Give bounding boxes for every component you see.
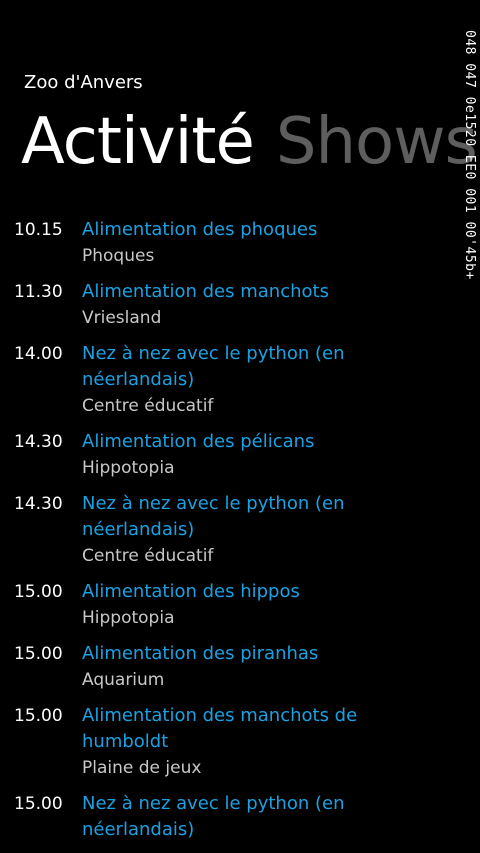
schedule-item[interactable]: 15.00 Alimentation des hippos Hippotopia xyxy=(0,579,480,631)
schedule-time: 15.00 xyxy=(14,706,63,726)
schedule-body: Alimentation des pélicans Hippotopia xyxy=(82,429,480,481)
schedule-item[interactable]: 15.00 Alimentation des piranhas Aquarium xyxy=(0,641,480,693)
schedule-item[interactable]: 11.30 Alimentation des manchots Vrieslan… xyxy=(0,279,480,331)
schedule-title: Nez à nez avec le python (en néerlandais… xyxy=(82,793,345,840)
schedule-body: Nez à nez avec le python (en néerlandais… xyxy=(82,791,480,843)
schedule-title: Alimentation des pélicans xyxy=(82,431,315,452)
schedule-location: Hippotopia xyxy=(82,458,175,478)
schedule-location: Aquarium xyxy=(82,670,165,690)
schedule-time: 15.00 xyxy=(14,582,63,602)
schedule-time: 15.00 xyxy=(14,794,63,814)
schedule-item[interactable]: 10.15 Alimentation des phoques Phoques xyxy=(0,217,480,269)
schedule-title: Alimentation des hippos xyxy=(82,581,300,602)
pivot-headers: Activité Shows xyxy=(21,100,480,184)
schedule-body: Alimentation des phoques Phoques xyxy=(82,217,480,269)
schedule-title: Nez à nez avec le python (en néerlandais… xyxy=(82,343,345,390)
schedule-title: Alimentation des phoques xyxy=(82,219,318,240)
pivot-tab-activite[interactable]: Activité xyxy=(21,100,255,184)
schedule-body: Alimentation des piranhas Aquarium xyxy=(82,641,480,693)
schedule-location: Vriesland xyxy=(82,308,162,328)
schedule-title: Alimentation des piranhas xyxy=(82,643,319,664)
schedule-location: Phoques xyxy=(82,246,155,266)
schedule-body: Alimentation des manchots Vriesland xyxy=(82,279,480,331)
schedule-time: 14.30 xyxy=(14,432,63,452)
schedule-body: Alimentation des manchots de humboldt Pl… xyxy=(82,703,480,781)
schedule-body: Alimentation des hippos Hippotopia xyxy=(82,579,480,631)
schedule-list: 10.15 Alimentation des phoques Phoques 1… xyxy=(0,217,480,853)
schedule-location: Centre éducatif xyxy=(82,396,214,416)
schedule-item[interactable]: 14.00 Nez à nez avec le python (en néerl… xyxy=(0,341,480,419)
app-title: Zoo d'Anvers xyxy=(24,72,143,93)
schedule-item[interactable]: 14.30 Alimentation des pélicans Hippotop… xyxy=(0,429,480,481)
schedule-title: Alimentation des manchots xyxy=(82,281,329,302)
schedule-item[interactable]: 15.00 Alimentation des manchots de humbo… xyxy=(0,703,480,781)
schedule-location: Centre éducatif xyxy=(82,546,214,566)
schedule-time: 10.15 xyxy=(14,220,63,240)
schedule-location: Hippotopia xyxy=(82,608,175,628)
schedule-title: Nez à nez avec le python (en néerlandais… xyxy=(82,493,345,540)
schedule-time: 14.30 xyxy=(14,494,63,514)
schedule-item[interactable]: 15.00 Nez à nez avec le python (en néerl… xyxy=(0,791,480,843)
schedule-title: Alimentation des manchots de humboldt xyxy=(82,705,358,752)
schedule-item[interactable]: 14.30 Nez à nez avec le python (en néerl… xyxy=(0,491,480,569)
schedule-body: Nez à nez avec le python (en néerlandais… xyxy=(82,341,480,419)
pivot-tab-shows[interactable]: Shows xyxy=(276,100,478,184)
schedule-time: 15.00 xyxy=(14,644,63,664)
schedule-time: 11.30 xyxy=(14,282,63,302)
schedule-body: Nez à nez avec le python (en néerlandais… xyxy=(82,491,480,569)
schedule-location: Plaine de jeux xyxy=(82,758,202,778)
schedule-time: 14.00 xyxy=(14,344,63,364)
